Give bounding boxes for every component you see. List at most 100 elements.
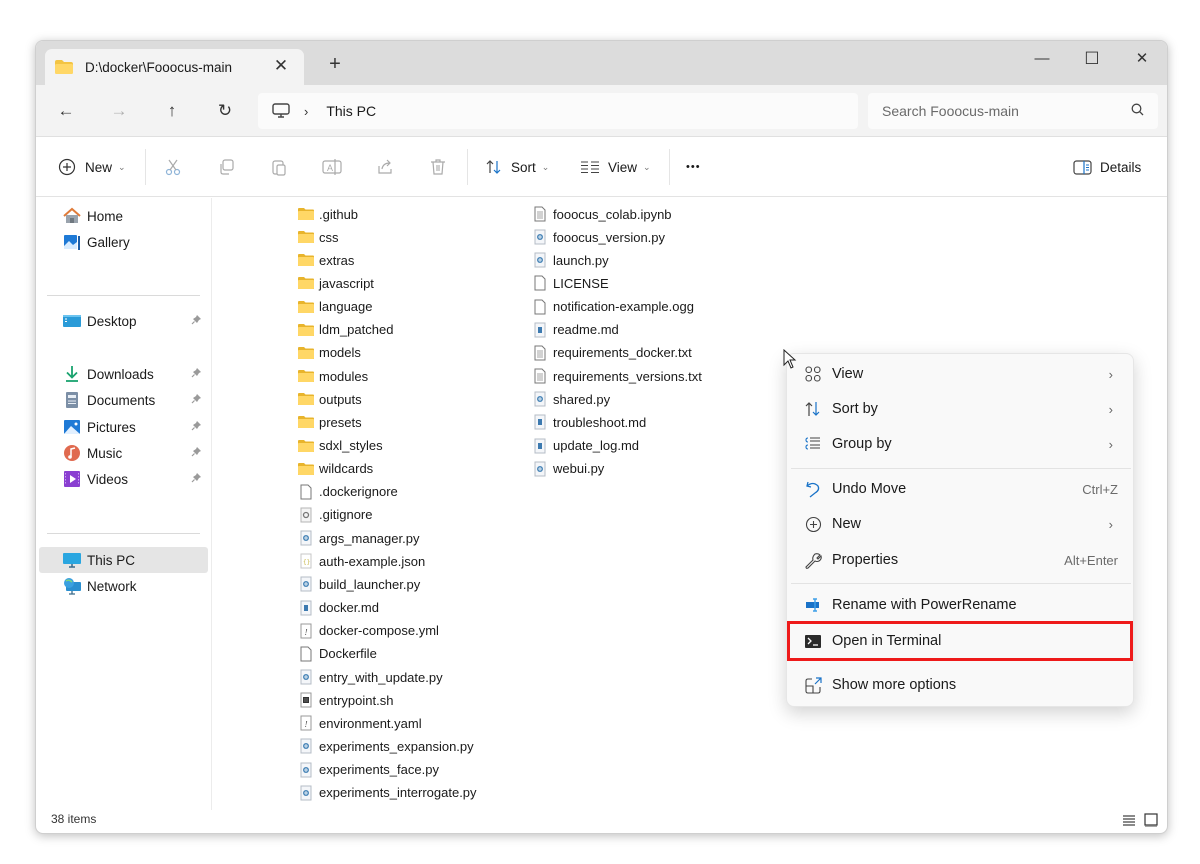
search-box[interactable] [868, 93, 1158, 129]
file-item[interactable]: experiments_interrogate.py [298, 782, 477, 804]
sidebar-item-videos[interactable]: Videos [36, 466, 208, 492]
file-item[interactable]: ! environment.yaml [298, 712, 422, 734]
menu-item-show-more-options[interactable]: Show more options [791, 668, 1131, 702]
large-icons-view-icon[interactable] [1144, 813, 1158, 827]
back-button[interactable]: ← [54, 99, 78, 123]
menu-item-new[interactable]: New › [791, 507, 1131, 541]
file-item[interactable]: ! docker-compose.yml [298, 620, 439, 642]
file-item[interactable]: fooocus_colab.ipynb [532, 203, 672, 225]
view-button[interactable]: View ⌄ [580, 155, 651, 179]
search-icon[interactable] [1131, 103, 1144, 119]
file-item[interactable]: update_log.md [532, 435, 639, 457]
file-item[interactable]: readme.md [532, 319, 619, 341]
file-item[interactable]: launch.py [532, 249, 609, 271]
file-item[interactable]: entry_with_update.py [298, 666, 443, 688]
file-item[interactable]: webui.py [532, 458, 604, 480]
folder-item[interactable]: models [298, 342, 361, 364]
close-window-button[interactable]: ✕ [1119, 47, 1165, 71]
delete-icon[interactable] [426, 155, 450, 179]
file-item[interactable]: notification-example.ogg [532, 296, 694, 318]
navigation-bar: ← → ↑ ↻ › This PC [36, 85, 1167, 137]
file-item[interactable]: troubleshoot.md [532, 411, 646, 433]
menu-item-undo-move[interactable]: Undo Move Ctrl+Z [791, 472, 1131, 506]
menu-item-group-by[interactable]: Group by › [791, 427, 1131, 461]
folder-item[interactable]: .github [298, 203, 358, 225]
file-name: language [319, 299, 373, 315]
sidebar-item-desktop[interactable]: Desktop [36, 308, 208, 334]
menu-item-view[interactable]: View › [791, 357, 1131, 391]
file-item[interactable]: .gitignore [298, 504, 372, 526]
share-icon[interactable] [373, 155, 397, 179]
sidebar-item-network[interactable]: Network [36, 573, 208, 599]
undo-icon [803, 479, 823, 499]
folder-item[interactable]: sdxl_styles [298, 435, 383, 457]
sidebar-item-downloads[interactable]: Downloads [36, 361, 208, 387]
pin-icon[interactable] [191, 446, 202, 460]
pin-icon[interactable] [191, 314, 202, 328]
cut-icon[interactable] [161, 155, 185, 179]
yaml-file-icon: ! [298, 715, 314, 731]
blank-file-icon [532, 275, 548, 291]
folder-item[interactable]: javascript [298, 272, 374, 294]
folder-item[interactable]: presets [298, 411, 362, 433]
file-item[interactable]: {} auth-example.json [298, 550, 425, 572]
folder-item[interactable]: ldm_patched [298, 319, 393, 341]
menu-item-open-in-terminal[interactable]: Open in Terminal [787, 621, 1133, 661]
sidebar-item-documents[interactable]: Documents [36, 387, 208, 413]
search-input[interactable] [882, 103, 1102, 119]
sidebar-item-this-pc[interactable]: This PC [39, 547, 208, 573]
svg-text:!: ! [305, 720, 308, 729]
up-button[interactable]: ↑ [160, 99, 184, 123]
folder-item[interactable]: wildcards [298, 458, 373, 480]
mouse-cursor-icon [783, 349, 797, 369]
details-view-icon[interactable] [1122, 813, 1136, 827]
pin-icon[interactable] [191, 393, 202, 407]
address-bar[interactable]: › This PC [258, 93, 858, 129]
sidebar-item-pictures[interactable]: Pictures [36, 414, 208, 440]
file-item[interactable]: Dockerfile [298, 643, 377, 665]
new-button[interactable]: New ⌄ [58, 155, 126, 179]
file-item[interactable]: requirements_versions.txt [532, 365, 702, 387]
new-tab-button[interactable]: + [326, 54, 344, 74]
file-item[interactable]: experiments_expansion.py [298, 735, 474, 757]
copy-icon[interactable] [214, 155, 238, 179]
details-pane-button[interactable]: Details [1073, 155, 1141, 179]
menu-item-powerrename[interactable]: Rename with PowerRename [791, 588, 1131, 622]
menu-item-properties[interactable]: Properties Alt+Enter [791, 543, 1131, 577]
breadcrumb-this-pc[interactable]: This PC [326, 103, 376, 119]
file-item[interactable]: docker.md [298, 597, 379, 619]
sidebar-item-gallery[interactable]: Gallery [36, 229, 208, 255]
file-item[interactable]: LICENSE [532, 272, 609, 294]
file-item[interactable]: build_launcher.py [298, 573, 420, 595]
sort-button[interactable]: Sort ⌄ [485, 155, 549, 179]
folder-item[interactable]: extras [298, 249, 354, 271]
folder-item[interactable]: outputs [298, 388, 362, 410]
forward-button[interactable]: → [107, 99, 131, 123]
file-item[interactable]: args_manager.py [298, 527, 419, 549]
paste-icon[interactable] [267, 155, 291, 179]
terminal-icon [803, 631, 823, 651]
pin-icon[interactable] [191, 420, 202, 434]
minimize-button[interactable]: — [1019, 47, 1065, 71]
menu-item-sort-by[interactable]: Sort by › [791, 392, 1131, 426]
file-item[interactable]: entrypoint.sh [298, 689, 393, 711]
file-item[interactable]: shared.py [532, 388, 610, 410]
close-tab-icon[interactable]: ✕ [272, 57, 290, 75]
pin-icon[interactable] [191, 472, 202, 486]
file-item[interactable]: requirements_docker.txt [532, 342, 692, 364]
folder-item[interactable]: language [298, 296, 373, 318]
maximize-button[interactable]: ☐ [1069, 47, 1115, 71]
folder-item[interactable]: modules [298, 365, 368, 387]
sidebar-item-home[interactable]: Home [36, 203, 208, 229]
sidebar-item-music[interactable]: Music [36, 440, 208, 466]
file-item[interactable]: .dockerignore [298, 481, 398, 503]
refresh-button[interactable]: ↻ [213, 99, 237, 123]
file-item[interactable]: experiments_face.py [298, 759, 439, 781]
folder-item[interactable]: css [298, 226, 339, 248]
rename-icon[interactable]: A [320, 155, 344, 179]
more-options-button[interactable]: ••• [686, 155, 701, 179]
pin-icon[interactable] [191, 367, 202, 381]
file-name: extras [319, 252, 355, 268]
file-item[interactable]: fooocus_version.py [532, 226, 665, 248]
tab-fooocus-main[interactable]: D:\docker\Fooocus-main ✕ [45, 49, 304, 85]
